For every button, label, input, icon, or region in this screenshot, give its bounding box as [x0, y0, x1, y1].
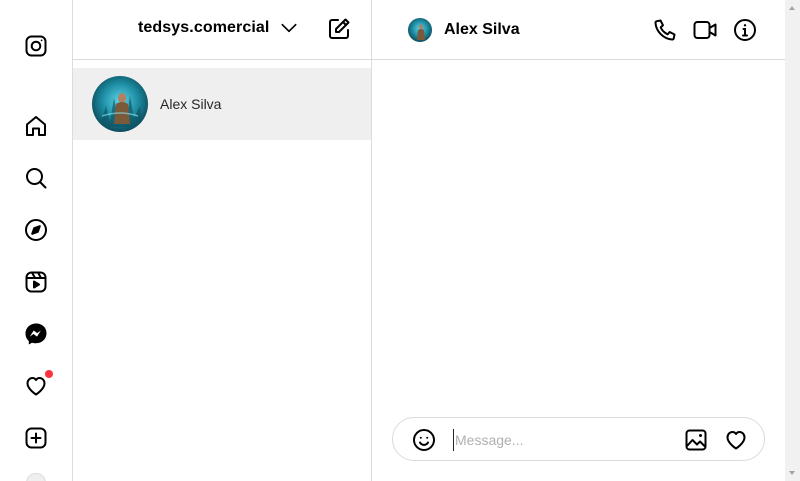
- notification-badge: [45, 370, 53, 378]
- create-plus-icon[interactable]: [22, 424, 50, 452]
- instagram-logo-icon[interactable]: [22, 32, 50, 60]
- thread-avatar: [92, 76, 148, 132]
- info-icon[interactable]: [733, 18, 757, 42]
- phone-icon[interactable]: [653, 18, 677, 42]
- account-name: tedsys.comercial: [138, 19, 270, 36]
- reels-icon[interactable]: [22, 268, 50, 296]
- image-upload-icon[interactable]: [684, 428, 708, 452]
- video-call-icon[interactable]: [693, 18, 717, 42]
- message-input[interactable]: [453, 429, 673, 451]
- page-scrollbar[interactable]: [785, 0, 800, 481]
- new-message-icon[interactable]: [327, 17, 351, 41]
- messenger-icon[interactable]: [22, 320, 50, 348]
- chat-pane: Alex Silva: [372, 0, 785, 481]
- chat-peer[interactable]: Alex Silva: [408, 18, 520, 42]
- inbox-header: tedsys.comercial: [73, 0, 371, 60]
- like-heart-icon[interactable]: [724, 428, 748, 452]
- chevron-down-icon: [281, 23, 297, 33]
- search-icon[interactable]: [22, 164, 50, 192]
- peer-name: Alex Silva: [444, 21, 520, 38]
- thread-name: Alex Silva: [160, 96, 222, 112]
- inbox-pane: tedsys.comercial Alex Silva: [73, 0, 372, 481]
- message-composer: [392, 417, 765, 461]
- thread-item[interactable]: Alex Silva: [73, 68, 371, 140]
- emoji-icon[interactable]: [412, 428, 436, 452]
- chat-header: Alex Silva: [372, 0, 785, 60]
- explore-compass-icon[interactable]: [22, 216, 50, 244]
- account-switcher[interactable]: tedsys.comercial: [138, 18, 299, 38]
- scroll-down-arrow-icon[interactable]: [789, 471, 795, 475]
- scroll-up-arrow-icon[interactable]: [789, 6, 795, 10]
- profile-avatar[interactable]: [26, 473, 46, 481]
- peer-avatar: [408, 18, 432, 42]
- notifications-heart-icon[interactable]: [22, 370, 53, 400]
- home-icon[interactable]: [22, 112, 50, 140]
- sidebar-nav: [0, 0, 73, 481]
